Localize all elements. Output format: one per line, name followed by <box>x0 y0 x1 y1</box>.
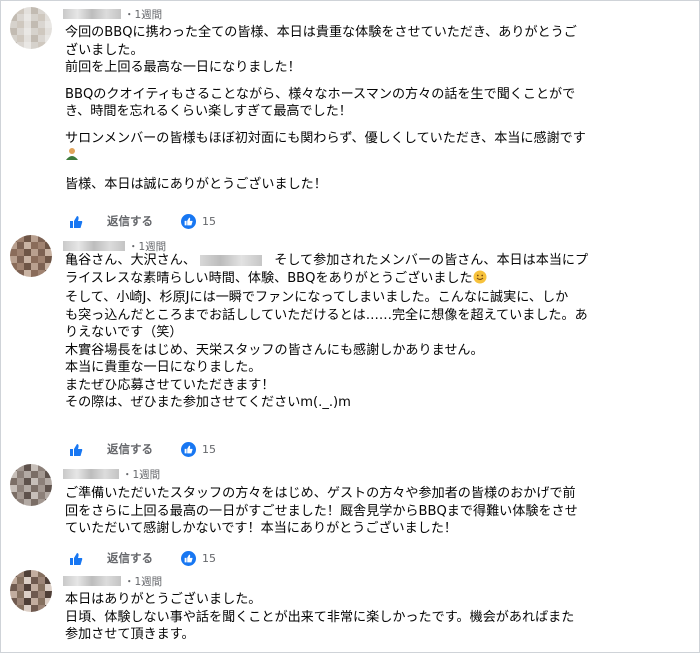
thumbs-up-icon[interactable] <box>69 551 83 565</box>
avatar[interactable] <box>10 235 52 277</box>
reaction-count[interactable]: 15 <box>181 213 216 229</box>
avatar[interactable] <box>10 7 52 49</box>
avatar[interactable] <box>10 570 52 612</box>
reply-button[interactable]: 返信する <box>107 441 153 457</box>
thumbs-up-icon[interactable] <box>69 214 83 228</box>
comment-text: 亀谷さん、大沢さん、 そして参加されたメンバーの皆さん、本日は本当にプ ライスレ… <box>65 253 589 410</box>
avatar[interactable] <box>10 464 52 506</box>
reaction-count[interactable]: 15 <box>181 441 216 457</box>
author-name-blurred[interactable] <box>63 469 119 479</box>
like-reaction-icon <box>181 441 196 457</box>
name-blurred <box>199 255 262 266</box>
like-reaction-icon <box>181 550 196 566</box>
comment-text: ご準備いただいたスタッフの方々をはじめ、ゲストの方々や参加者の皆様のおかげで前 … <box>65 486 578 536</box>
comment-text: 今回のBBQに携わった全ての皆様、本日は貴重な体験をさせていただき、ありがとうご… <box>65 25 586 192</box>
author-name-blurred[interactable] <box>63 241 125 251</box>
comment-time[interactable]: ・1週間 <box>122 467 160 482</box>
smiling-face-icon <box>473 270 487 290</box>
comment-text: 本日はありがとうございました。 日頃、体験しない事や話を聞くことが出来て非常に楽… <box>65 592 575 642</box>
author-name-blurred[interactable] <box>63 576 121 586</box>
reaction-count[interactable]: 15 <box>181 550 216 566</box>
person-emoji-icon <box>65 147 79 167</box>
author-name-blurred[interactable] <box>63 9 121 19</box>
thumbs-up-icon[interactable] <box>69 442 83 456</box>
reply-button[interactable]: 返信する <box>107 550 153 566</box>
like-reaction-icon <box>181 213 196 229</box>
comment-thread: ・1週間 今回のBBQに携わった全ての皆様、本日は貴重な体験をさせていただき、あ… <box>0 0 700 653</box>
reply-button[interactable]: 返信する <box>107 213 153 229</box>
comment-time[interactable]: ・1週間 <box>124 574 162 589</box>
comment-time[interactable]: ・1週間 <box>124 7 162 22</box>
